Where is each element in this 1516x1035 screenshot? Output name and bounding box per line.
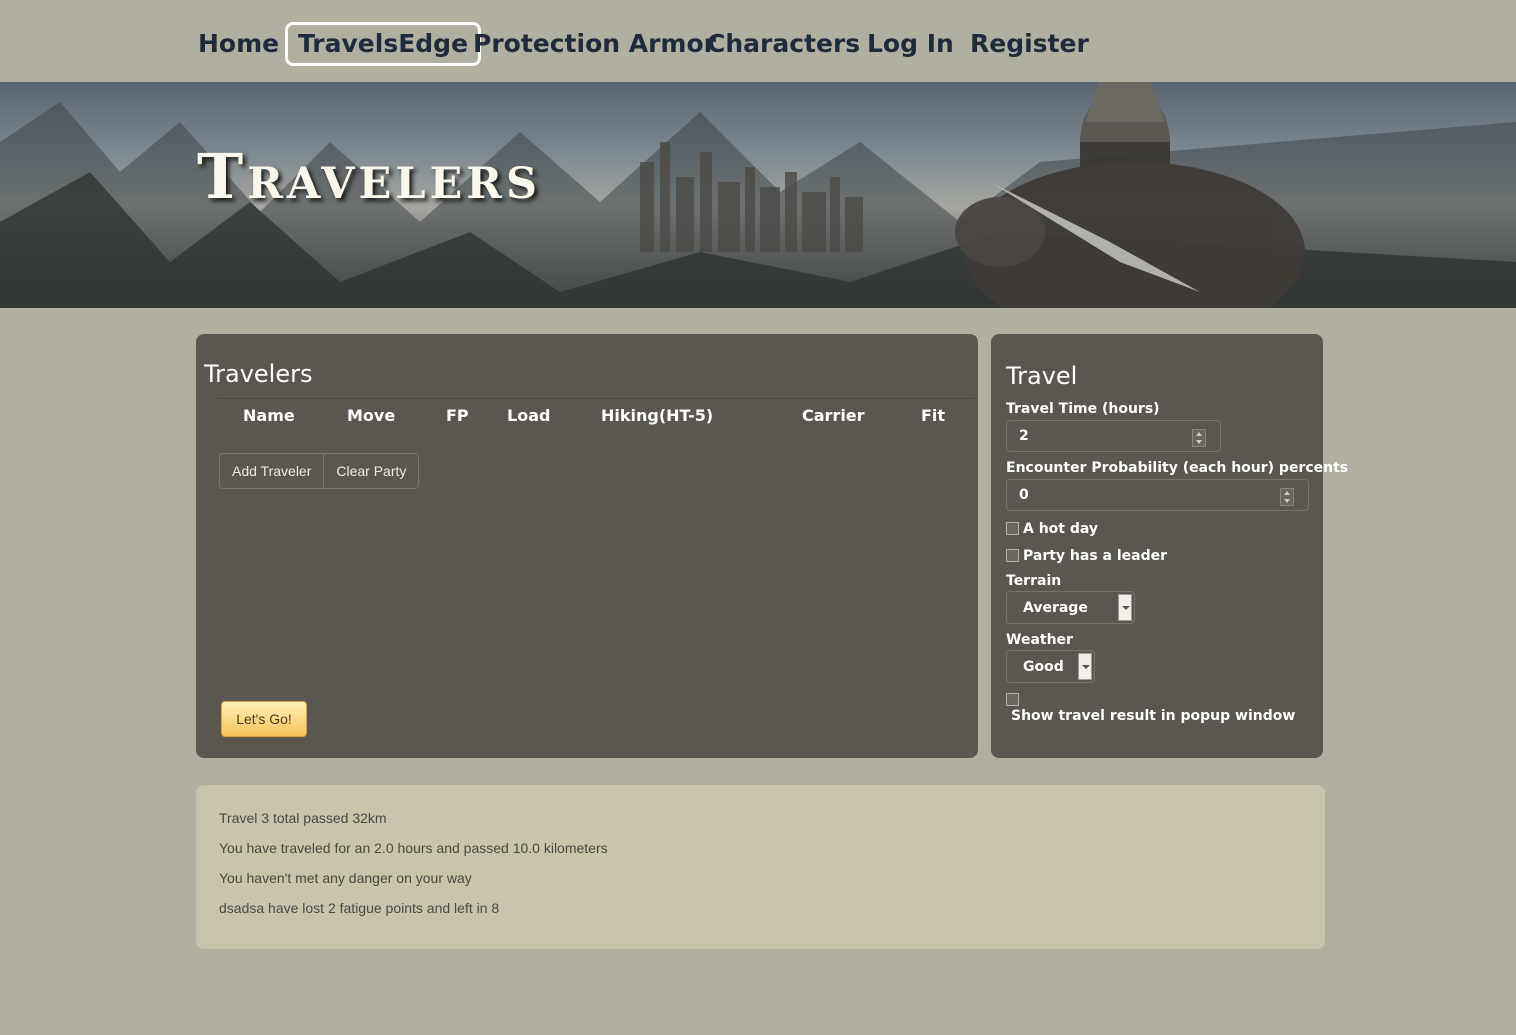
clear-party-button[interactable]: Clear Party xyxy=(323,454,418,488)
encounter-probability-input[interactable]: 0 xyxy=(1006,479,1309,511)
travel-panel: Travel Travel Time (hours) 2 Encounter P… xyxy=(991,334,1348,758)
lets-go-button[interactable]: Let's Go! xyxy=(221,701,307,737)
header-banner: Travelers xyxy=(0,82,1516,308)
column-carrier: Carrier xyxy=(802,406,865,425)
column-load: Load xyxy=(507,406,551,425)
popup-result-checkbox[interactable] xyxy=(1006,693,1019,706)
warrior-figure xyxy=(955,82,1305,308)
travelers-panel: Travelers Name Move FP Load Hiking(HT-5)… xyxy=(196,334,978,758)
party-button-group: Add Traveler Clear Party xyxy=(219,453,420,489)
top-navigation: Home TravelsEdge Protection Armor Charac… xyxy=(0,0,1516,82)
chevron-down-icon[interactable] xyxy=(1118,594,1132,621)
encounter-probability-label: Encounter Probability (each hour) percen… xyxy=(1006,460,1349,476)
nav-characters[interactable]: Characters xyxy=(707,22,860,66)
party-leader-checkbox[interactable] xyxy=(1006,549,1019,562)
travel-time-spinner-icon[interactable] xyxy=(1192,429,1206,447)
encounter-spinner-icon[interactable] xyxy=(1280,488,1294,506)
nav-travelsedge[interactable]: TravelsEdge xyxy=(285,22,482,66)
hot-day-checkbox[interactable] xyxy=(1006,522,1019,535)
nav-log-in[interactable]: Log In xyxy=(867,22,954,66)
column-name: Name xyxy=(243,406,295,425)
result-line: dsadsa have lost 2 fatigue points and le… xyxy=(219,900,500,916)
weather-value: Good xyxy=(1023,659,1064,675)
hot-day-label: A hot day xyxy=(1023,521,1099,537)
column-hiking: Hiking(HT-5) xyxy=(601,406,714,425)
add-traveler-button[interactable]: Add Traveler xyxy=(220,454,323,488)
travel-time-value: 2 xyxy=(1019,428,1029,444)
chevron-down-icon[interactable] xyxy=(1078,653,1092,680)
nav-register[interactable]: Register xyxy=(970,22,1089,66)
travel-results: Travel 3 total passed 32km You have trav… xyxy=(196,785,1325,949)
terrain-value: Average xyxy=(1023,600,1088,616)
result-line: Travel 3 total passed 32km xyxy=(219,810,387,826)
column-fp: FP xyxy=(446,406,469,425)
travelers-title: Travelers xyxy=(204,360,313,388)
terrain-select[interactable]: Average xyxy=(1006,591,1135,624)
header-divider xyxy=(218,398,974,399)
result-line: You have traveled for an 2.0 hours and p… xyxy=(219,840,608,856)
nav-protection-armor[interactable]: Protection Armor xyxy=(473,22,716,66)
travel-time-input[interactable]: 2 xyxy=(1006,420,1221,452)
travel-time-label: Travel Time (hours) xyxy=(1006,401,1160,417)
travel-title: Travel xyxy=(1006,362,1078,390)
result-line: You haven't met any danger on your way xyxy=(219,870,472,886)
encounter-probability-value: 0 xyxy=(1019,487,1029,503)
weather-select[interactable]: Good xyxy=(1006,650,1095,683)
party-leader-label: Party has a leader xyxy=(1023,548,1168,564)
weather-label: Weather xyxy=(1006,632,1073,648)
terrain-label: Terrain xyxy=(1006,573,1062,589)
column-fit: Fit xyxy=(921,406,946,425)
column-move: Move xyxy=(347,406,396,425)
banner-title: Travelers xyxy=(197,140,542,213)
nav-home[interactable]: Home xyxy=(198,22,279,66)
popup-result-label: Show travel result in popup window xyxy=(1011,708,1296,724)
